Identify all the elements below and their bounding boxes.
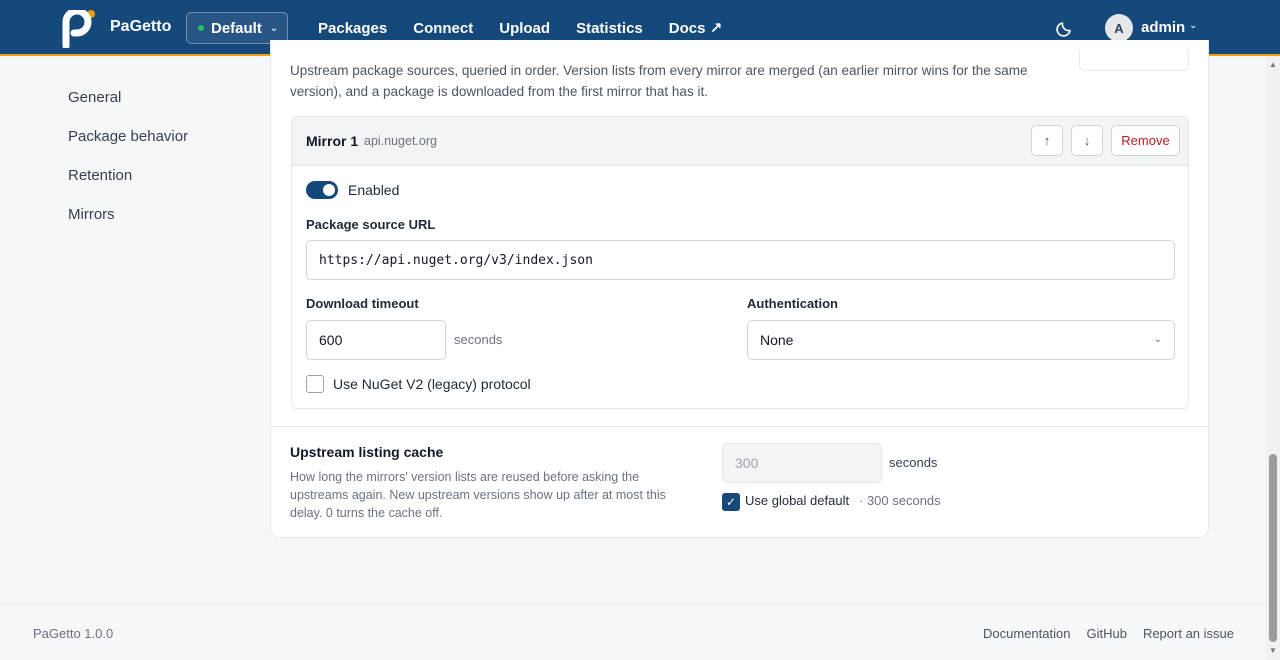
mirrors-description: Upstream package sources, queried in ord… <box>290 63 1028 99</box>
sidebar-item-mirrors[interactable]: Mirrors <box>68 205 188 244</box>
timeout-unit: seconds <box>454 332 503 347</box>
nav-docs[interactable]: Docs ↗ <box>669 19 722 37</box>
legacy-protocol-label: Use NuGet V2 (legacy) protocol <box>333 376 531 392</box>
footer-link-github[interactable]: GitHub <box>1086 626 1126 641</box>
footer-link-documentation[interactable]: Documentation <box>983 626 1070 641</box>
app-version: PaGetto 1.0.0 <box>33 626 114 641</box>
chevron-down-icon[interactable]: ⌄ <box>1189 20 1197 31</box>
chevron-down-icon: ⌄ <box>1153 334 1162 345</box>
settings-sidebar: General Package behavior Retention Mirro… <box>68 88 188 244</box>
mirror-header: Mirror 1 api.nuget.org ↑ ↓ Remove <box>292 117 1188 166</box>
timeout-label: Download timeout <box>306 296 419 311</box>
sidebar-item-package-behavior[interactable]: Package behavior <box>68 127 188 166</box>
pagetto-logo-icon[interactable] <box>62 10 96 48</box>
legacy-protocol-checkbox[interactable] <box>306 375 324 393</box>
arrow-down-icon: ↓ <box>1083 133 1091 148</box>
moon-icon[interactable] <box>1055 18 1075 38</box>
scroll-up-icon[interactable]: ▲ <box>1269 60 1277 69</box>
cache-description: How long the mirrors' version lists are … <box>290 470 666 520</box>
nav-upload[interactable]: Upload <box>499 20 550 37</box>
status-dot-icon <box>198 25 204 31</box>
mirror-panel: Mirror 1 api.nuget.org ↑ ↓ Remove Enable… <box>291 116 1189 409</box>
user-avatar[interactable]: A <box>1105 14 1133 42</box>
nav-packages[interactable]: Packages <box>318 20 387 37</box>
package-source-url-input[interactable]: https://api.nuget.org/v3/index.json <box>306 240 1175 280</box>
enabled-toggle[interactable] <box>306 181 338 199</box>
cache-title: Upstream listing cache <box>290 444 444 460</box>
chevron-down-icon: ⌄ <box>269 22 279 34</box>
move-up-button[interactable]: ↑ <box>1031 125 1063 156</box>
sidebar-item-general[interactable]: General <box>68 88 188 127</box>
page-scrollbar[interactable]: ▲ ▼ <box>1266 56 1280 660</box>
footer-link-report-issue[interactable]: Report an issue <box>1143 626 1234 641</box>
brand-name[interactable]: PaGetto <box>110 18 171 36</box>
mirror-title: Mirror 1 <box>306 133 359 149</box>
nav-statistics[interactable]: Statistics <box>576 20 643 37</box>
nav-connect[interactable]: Connect <box>413 20 473 37</box>
enabled-label: Enabled <box>348 182 400 198</box>
sidebar-item-retention[interactable]: Retention <box>68 166 188 205</box>
download-timeout-input[interactable]: 600 <box>306 320 446 360</box>
url-label: Package source URL <box>306 217 436 232</box>
authentication-select[interactable]: None ⌄ <box>747 320 1175 360</box>
toggle-knob <box>323 184 335 196</box>
scroll-down-icon[interactable]: ▼ <box>1269 646 1277 655</box>
cache-seconds-input[interactable]: 300 <box>722 443 882 483</box>
cache-unit: seconds <box>889 455 938 470</box>
footer: PaGetto 1.0.0 Documentation GitHub Repor… <box>0 603 1266 660</box>
remove-mirror-button[interactable]: Remove <box>1111 125 1180 156</box>
scroll-thumb[interactable] <box>1269 454 1277 642</box>
global-default-note: · 300 seconds <box>859 493 941 508</box>
authentication-label: Authentication <box>747 296 838 311</box>
use-global-default-label: Use global default <box>745 493 850 508</box>
tenant-label: Default <box>211 19 262 37</box>
move-down-button[interactable]: ↓ <box>1071 125 1103 156</box>
mirror-host: api.nuget.org <box>364 134 437 148</box>
checkmark-icon: ✓ <box>725 495 737 509</box>
arrow-up-icon: ↑ <box>1043 133 1051 148</box>
mirrors-settings-card: Upstream package sources, queried in ord… <box>270 40 1209 538</box>
authentication-value: None <box>760 332 794 348</box>
add-mirror-button[interactable] <box>1079 50 1189 71</box>
footer-links: Documentation GitHub Report an issue <box>983 626 1234 641</box>
section-divider <box>271 426 1208 427</box>
use-global-default-checkbox[interactable]: ✓ <box>722 493 740 511</box>
user-name[interactable]: admin <box>1141 19 1185 36</box>
